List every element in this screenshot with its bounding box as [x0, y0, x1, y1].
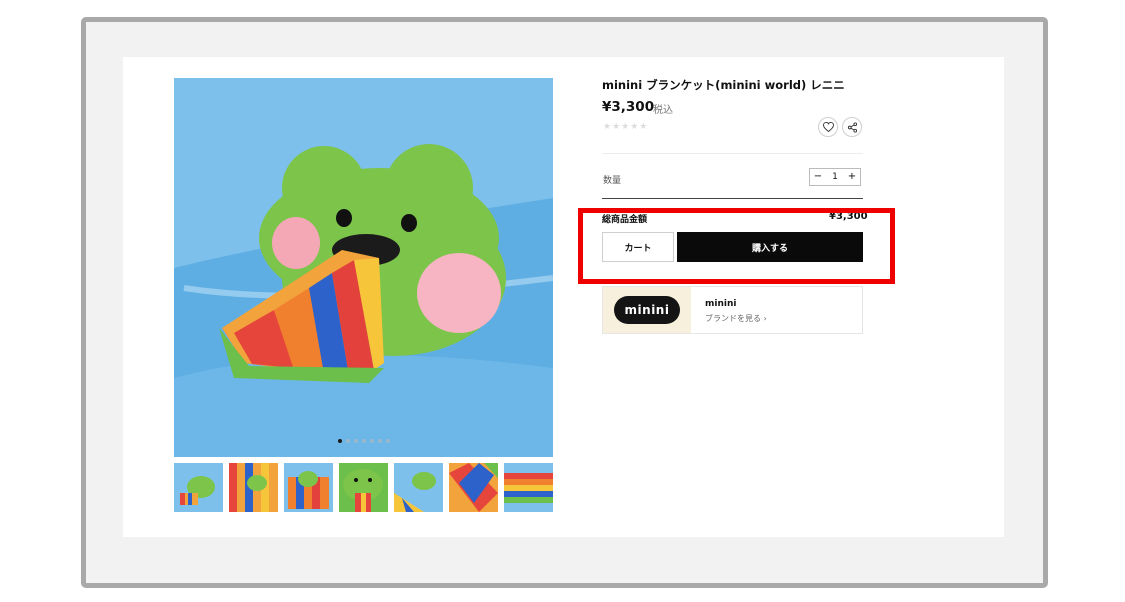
quantity-increase-button[interactable]: + — [844, 169, 860, 185]
thumbnail-1[interactable] — [174, 463, 223, 512]
carousel-dot[interactable] — [353, 439, 358, 443]
thumbnail-4[interactable] — [339, 463, 388, 512]
brand-logo-area: minini — [603, 287, 691, 333]
carousel-dot[interactable] — [345, 439, 350, 443]
view-brand-link[interactable]: ブランドを見る › — [705, 313, 767, 324]
quantity-stepper: − 1 + — [809, 168, 861, 186]
rating-stars: ★★★★★ — [603, 122, 649, 132]
carousel-dot[interactable] — [385, 439, 390, 443]
quantity-label: 数量 — [603, 176, 622, 186]
thumbnail-2[interactable] — [229, 463, 278, 512]
thumbnail-strip — [174, 463, 554, 512]
favorite-button[interactable] — [818, 117, 838, 137]
product-price: ¥3,300 — [602, 99, 655, 115]
quantity-decrease-button[interactable]: − — [810, 169, 826, 185]
carousel-dot[interactable] — [377, 439, 382, 443]
carousel-dot[interactable] — [369, 439, 374, 443]
image-carousel-dots — [174, 439, 553, 443]
carousel-dot[interactable] — [361, 439, 366, 443]
divider — [602, 198, 863, 199]
brand-card[interactable]: minini minini ブランドを見る › — [602, 286, 863, 334]
main-product-image[interactable] — [174, 78, 553, 457]
heart-icon — [822, 122, 834, 132]
tax-label: 税込 — [653, 105, 673, 116]
thumbnail-7[interactable] — [504, 463, 553, 512]
quantity-value[interactable]: 1 — [827, 169, 843, 185]
brand-logo: minini — [614, 296, 680, 324]
share-icon — [847, 121, 857, 133]
thumbnail-6[interactable] — [449, 463, 498, 512]
product-title: minini ブランケット(minini world) レニニ — [602, 78, 845, 92]
brand-name: minini — [705, 299, 737, 309]
share-button[interactable] — [842, 117, 862, 137]
thumbnail-3[interactable] — [284, 463, 333, 512]
highlight-box — [578, 208, 895, 284]
frog-blanket-illustration — [174, 78, 553, 457]
divider — [602, 153, 863, 154]
carousel-dot[interactable] — [337, 439, 342, 443]
thumbnail-5[interactable] — [394, 463, 443, 512]
